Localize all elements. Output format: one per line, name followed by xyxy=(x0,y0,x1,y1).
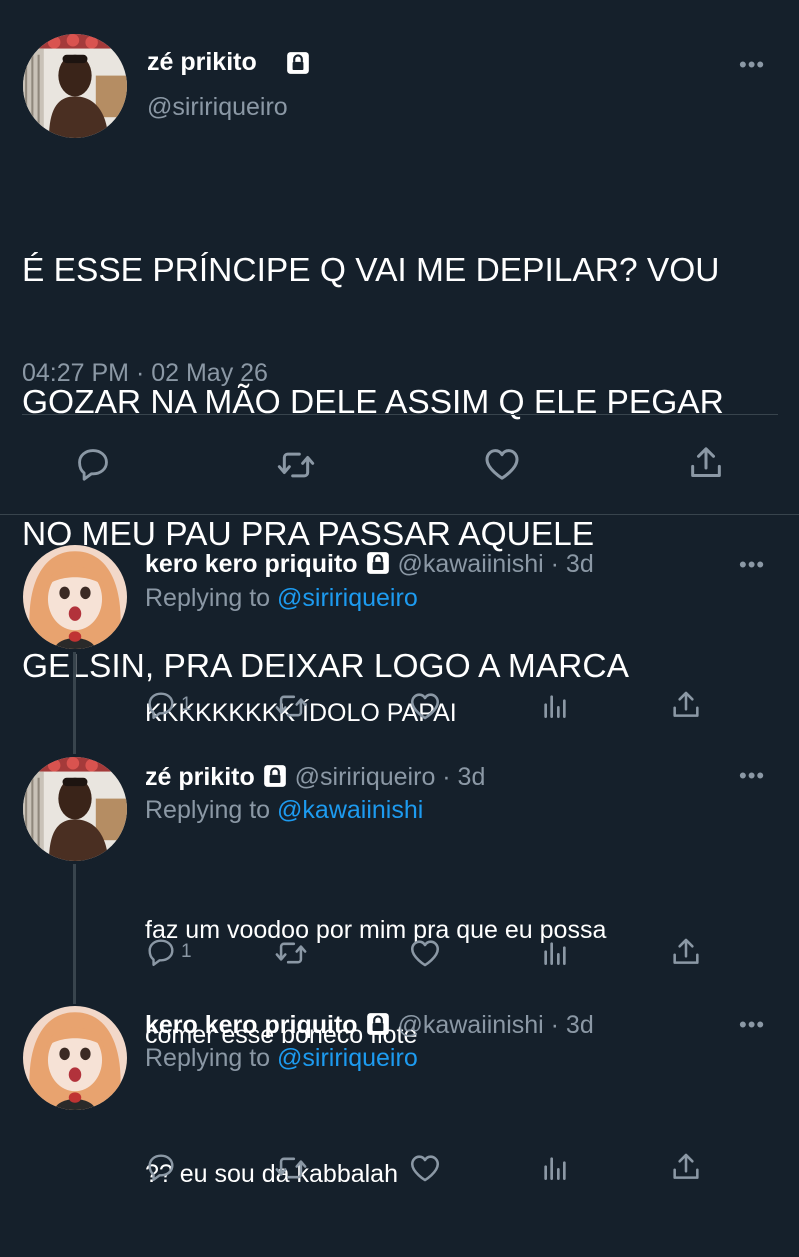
avatar[interactable] xyxy=(23,1006,127,1110)
reply-text: ?? eu sou da kabbalah xyxy=(145,1092,398,1257)
retweet-icon xyxy=(274,689,308,723)
analytics-icon xyxy=(539,937,571,969)
like-button[interactable] xyxy=(482,444,522,484)
lock-icon xyxy=(285,50,311,76)
retweet-button[interactable] xyxy=(274,1151,308,1185)
like-icon xyxy=(408,689,442,723)
share-icon xyxy=(669,688,703,722)
author-meta[interactable]: @siririqueiro · 3d xyxy=(295,763,486,791)
replying-prefix: Replying to xyxy=(145,584,278,612)
more-icon[interactable]: ••• xyxy=(739,1014,765,1036)
reply-button[interactable] xyxy=(145,1151,177,1183)
replying-to: Replying to @siririqueiro xyxy=(145,584,418,613)
reply-text: faz um voodoo por mim pra que eu possa c… xyxy=(145,843,606,1123)
reply-icon xyxy=(145,689,177,721)
replying-prefix: Replying to xyxy=(145,1044,278,1072)
like-button[interactable] xyxy=(408,689,442,723)
replying-to-link[interactable]: @siririqueiro xyxy=(277,1044,418,1072)
share-icon xyxy=(669,935,703,969)
retweet-button[interactable] xyxy=(274,936,308,970)
section-divider xyxy=(0,514,799,515)
share-button[interactable] xyxy=(669,688,703,722)
replying-to-link[interactable]: @kawaiinishi xyxy=(277,796,423,824)
more-icon[interactable]: ••• xyxy=(739,54,765,76)
tweet-timestamp[interactable]: 04:27 PM · 02 May 26 xyxy=(22,359,268,388)
share-icon xyxy=(669,1150,703,1184)
reply-button[interactable]: 1 xyxy=(145,689,192,721)
share-icon xyxy=(686,443,726,483)
author-meta[interactable]: @kawaiinishi · 3d xyxy=(397,550,593,578)
reply-header: kero kero priquito @kawaiinishi · 3d xyxy=(145,1011,594,1040)
replying-to-link[interactable]: @siririqueiro xyxy=(277,584,418,612)
like-button[interactable] xyxy=(408,936,442,970)
author-meta[interactable]: @kawaiinishi · 3d xyxy=(397,1011,593,1039)
thread-line xyxy=(73,864,76,1004)
retweet-icon xyxy=(276,445,316,485)
reply-button[interactable]: 1 xyxy=(145,936,192,968)
reply-icon xyxy=(74,445,112,483)
analytics-button[interactable] xyxy=(539,937,571,969)
avatar[interactable] xyxy=(23,757,127,861)
share-button[interactable] xyxy=(669,935,703,969)
lock-icon xyxy=(365,1011,391,1037)
share-button[interactable] xyxy=(669,1150,703,1184)
author-handle[interactable]: @siririqueiro xyxy=(147,93,288,122)
replying-to: Replying to @siririqueiro xyxy=(145,1044,418,1073)
reply-header: zé prikito @siririqueiro · 3d xyxy=(145,763,485,792)
reply-text-line: ?? eu sou da kabbalah xyxy=(145,1160,398,1188)
reply-button[interactable] xyxy=(74,445,112,483)
share-button[interactable] xyxy=(686,443,726,483)
like-button[interactable] xyxy=(408,1151,442,1185)
reply-count: 1 xyxy=(181,694,192,715)
reply-text-line: faz um voodoo por mim pra que eu possa xyxy=(145,916,607,944)
retweet-button[interactable] xyxy=(274,689,308,723)
like-icon xyxy=(482,444,522,484)
analytics-button[interactable] xyxy=(539,1152,571,1184)
author-name[interactable]: kero kero priquito xyxy=(145,550,358,578)
retweet-icon xyxy=(274,1151,308,1185)
divider xyxy=(22,414,778,415)
thread-line xyxy=(73,652,76,754)
replying-to: Replying to @kawaiinishi xyxy=(145,796,423,825)
reply-count: 1 xyxy=(181,941,192,962)
retweet-icon xyxy=(274,936,308,970)
author-name[interactable]: kero kero priquito xyxy=(145,1011,358,1039)
like-icon xyxy=(408,1151,442,1185)
reply-icon xyxy=(145,1151,177,1183)
more-icon[interactable]: ••• xyxy=(739,554,765,576)
reply-icon xyxy=(145,936,177,968)
more-icon[interactable]: ••• xyxy=(739,765,765,787)
analytics-icon xyxy=(539,1152,571,1184)
analytics-icon xyxy=(539,690,571,722)
tweet-text-line: É ESSE PRÍNCIPE Q VAI ME DEPILAR? VOU xyxy=(22,252,720,289)
reply-header: kero kero priquito @kawaiinishi · 3d xyxy=(145,550,594,579)
avatar[interactable] xyxy=(23,34,127,138)
lock-icon xyxy=(365,550,391,576)
retweet-button[interactable] xyxy=(276,445,316,485)
replying-prefix: Replying to xyxy=(145,796,278,824)
lock-icon xyxy=(262,763,288,789)
analytics-button[interactable] xyxy=(539,690,571,722)
like-icon xyxy=(408,936,442,970)
author-name[interactable]: zé prikito xyxy=(145,763,255,791)
author-name[interactable]: zé prikito xyxy=(147,48,257,77)
avatar[interactable] xyxy=(23,545,127,649)
